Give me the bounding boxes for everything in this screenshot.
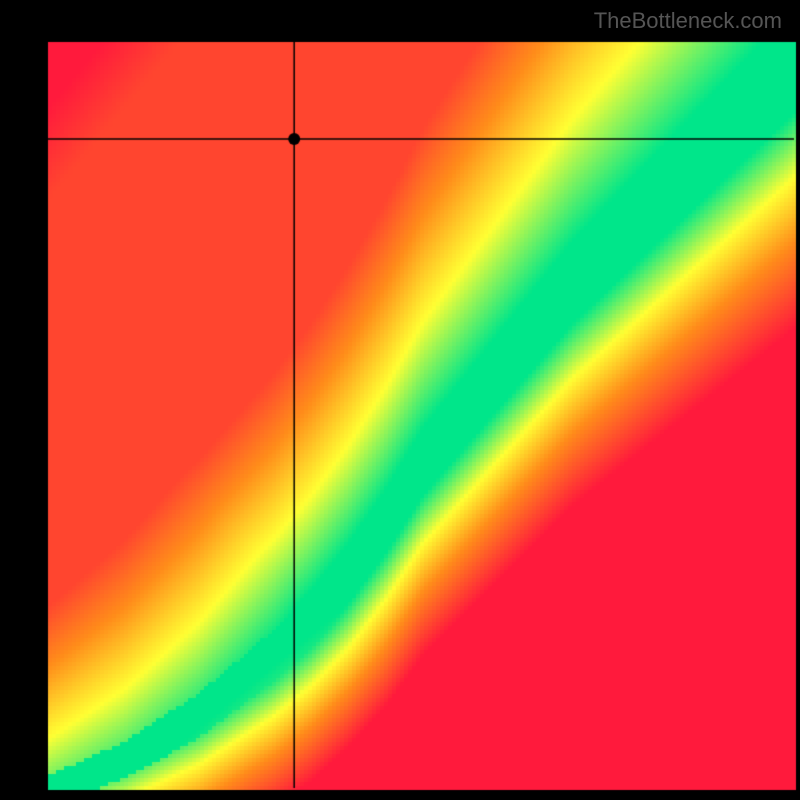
heatmap-canvas [0,0,800,800]
chart-container: TheBottleneck.com [0,0,800,800]
heatmap-chart [0,0,800,800]
watermark-text: TheBottleneck.com [594,8,782,34]
